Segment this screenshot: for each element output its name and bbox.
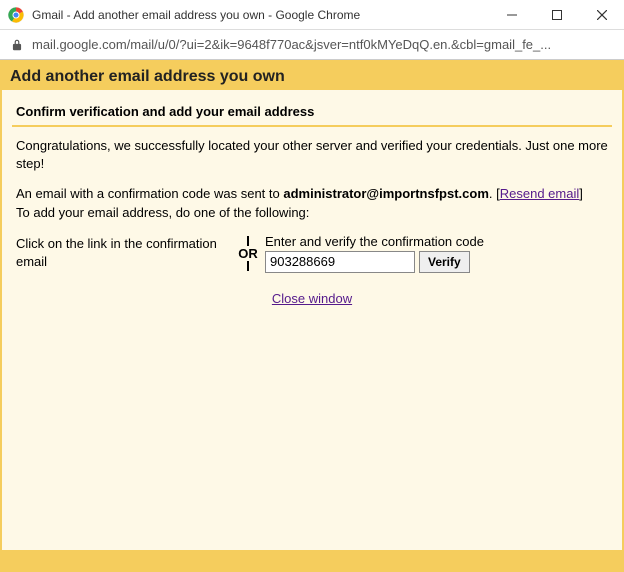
or-tick-top — [247, 236, 249, 246]
confirmation-code-input[interactable] — [265, 251, 415, 273]
lock-icon — [10, 38, 24, 52]
page-title: Add another email address you own — [10, 68, 285, 85]
content-wrap: Add another email address you own Confir… — [0, 60, 624, 572]
close-link-row: Close window — [12, 291, 612, 306]
or-tick-bottom — [247, 261, 249, 271]
panel: Confirm verification and add your email … — [2, 90, 622, 550]
resend-email-link[interactable]: Resend email — [500, 186, 580, 201]
left-instruction: Click on the link in the confirmation em… — [16, 235, 231, 271]
code-row: Verify — [265, 251, 608, 273]
minimize-button[interactable] — [489, 0, 534, 29]
or-separator: OR — [231, 236, 265, 271]
or-row: Click on the link in the confirmation em… — [16, 234, 608, 273]
bracket-close: ] — [579, 186, 583, 201]
congrats-text: Congratulations, we successfully located… — [16, 137, 608, 173]
window-title: Gmail - Add another email address you ow… — [32, 8, 489, 22]
maximize-button[interactable] — [534, 0, 579, 29]
sent-prefix: An email with a confirmation code was se… — [16, 186, 283, 201]
sent-email: administrator@importnsfpst.com — [283, 186, 489, 201]
url-text: mail.google.com/mail/u/0/?ui=2&ik=9648f7… — [32, 37, 614, 52]
banner: Add another email address you own — [2, 62, 622, 90]
titlebar: Gmail - Add another email address you ow… — [0, 0, 624, 30]
right-column: Enter and verify the confirmation code V… — [265, 234, 608, 273]
todo-line: To add your email address, do one of the… — [16, 205, 309, 220]
section-title: Confirm verification and add your email … — [12, 100, 612, 127]
or-label: OR — [231, 246, 265, 261]
window-controls — [489, 0, 624, 29]
verify-button[interactable]: Verify — [419, 251, 470, 273]
chrome-icon — [8, 7, 24, 23]
confirmation-sent-text: An email with a confirmation code was se… — [16, 185, 608, 221]
close-window-link[interactable]: Close window — [272, 291, 352, 306]
address-bar[interactable]: mail.google.com/mail/u/0/?ui=2&ik=9648f7… — [0, 30, 624, 60]
right-instruction: Enter and verify the confirmation code — [265, 234, 608, 249]
close-button[interactable] — [579, 0, 624, 29]
